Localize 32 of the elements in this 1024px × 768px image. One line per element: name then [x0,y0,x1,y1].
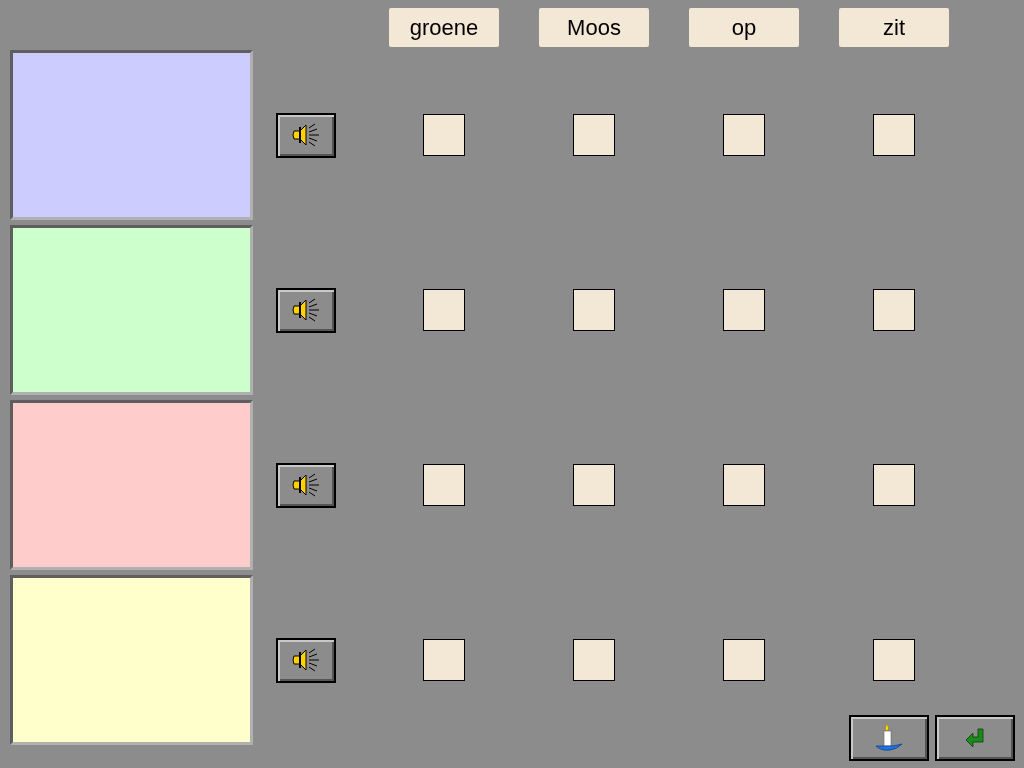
speaker-icon [291,297,321,323]
speaker-button[interactable] [276,112,336,158]
checkbox[interactable] [423,114,465,156]
speaker-button[interactable] [276,462,336,508]
checkbox[interactable] [723,289,765,331]
word-card[interactable]: op [689,8,799,47]
checkbox[interactable] [873,289,915,331]
return-arrow-icon [963,726,987,750]
checkbox[interactable] [723,464,765,506]
speaker-button[interactable] [276,637,336,683]
checkbox[interactable] [573,289,615,331]
checkbox[interactable] [873,464,915,506]
checkbox[interactable] [423,639,465,681]
checkbox[interactable] [423,289,465,331]
word-card[interactable]: groene [389,8,499,47]
candle-button[interactable] [849,715,929,761]
word-card[interactable]: Moos [539,8,649,47]
word-card[interactable]: zit [839,8,949,47]
checkbox[interactable] [723,114,765,156]
candle-icon [873,722,905,754]
checkbox[interactable] [423,464,465,506]
checkbox[interactable] [873,639,915,681]
speaker-icon [291,472,321,498]
checkbox[interactable] [873,114,915,156]
checkbox[interactable] [573,464,615,506]
speaker-icon [291,647,321,673]
speaker-button[interactable] [276,287,336,333]
checkbox[interactable] [573,639,615,681]
checkbox[interactable] [573,114,615,156]
speaker-icon [291,122,321,148]
checkbox[interactable] [723,639,765,681]
enter-button[interactable] [935,715,1015,761]
